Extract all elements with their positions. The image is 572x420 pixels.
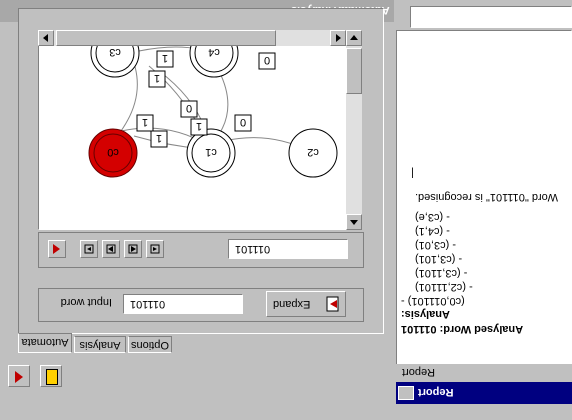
report-line: (c0,011101) - bbox=[401, 295, 465, 307]
svg-text:1: 1 bbox=[162, 52, 168, 64]
report-line: Analysed Word: 011101 bbox=[401, 323, 524, 335]
input-word-field[interactable]: 011101 bbox=[123, 294, 243, 314]
menu-report[interactable]: Report bbox=[402, 366, 435, 378]
automaton-graph: c3 c4 c1 c2 c0 1 1 0 0 1 1 1 0 bbox=[88, 31, 338, 178]
bookmark-icon bbox=[46, 369, 58, 385]
horizontal-scrollbar[interactable] bbox=[38, 30, 346, 46]
report-line: Word "011101" is recognised. bbox=[415, 191, 558, 203]
scroll-left-button[interactable] bbox=[38, 30, 54, 46]
step-tool-button[interactable] bbox=[40, 365, 62, 387]
play-icon bbox=[53, 244, 60, 254]
skip-end-icon bbox=[150, 244, 160, 254]
arrow-up-icon bbox=[350, 35, 358, 40]
report-line: - (c4,1) bbox=[415, 225, 450, 237]
state-c2[interactable]: c2 bbox=[288, 128, 338, 178]
text-cursor: | bbox=[411, 167, 414, 179]
arrow-right-icon bbox=[336, 34, 341, 42]
input-word-label: Input word bbox=[60, 296, 112, 308]
report-line: - (c3,01) bbox=[415, 239, 456, 251]
expand-icon bbox=[324, 295, 342, 313]
step-back-icon bbox=[106, 244, 116, 254]
report-window-icon bbox=[398, 386, 414, 400]
edge-label: 0 bbox=[180, 100, 198, 118]
playback-word-field[interactable]: 011101 bbox=[228, 239, 348, 259]
arrow-down-icon bbox=[350, 220, 358, 225]
tab-options[interactable]: Options bbox=[128, 336, 172, 353]
svg-text:1: 1 bbox=[154, 72, 160, 84]
state-c1[interactable]: c1 bbox=[186, 128, 236, 178]
horizontal-scroll-thumb[interactable] bbox=[56, 30, 276, 46]
report-window-titlebar[interactable]: Report bbox=[396, 382, 572, 404]
state-label: c2 bbox=[307, 146, 319, 158]
svg-text:0: 0 bbox=[240, 116, 246, 128]
scroll-up-button[interactable] bbox=[346, 30, 362, 46]
scroll-right-button[interactable] bbox=[330, 30, 346, 46]
play-icon bbox=[15, 371, 23, 383]
svg-text:0: 0 bbox=[186, 102, 192, 114]
skip-end-button[interactable] bbox=[146, 240, 164, 258]
svg-text:1: 1 bbox=[142, 116, 148, 128]
report-text-area[interactable]: Analysed Word: 011101 Analysis: (c0,0111… bbox=[396, 30, 572, 366]
report-menubar: Report bbox=[396, 364, 572, 382]
edge-label: 1 bbox=[136, 114, 154, 132]
state-label: c0 bbox=[107, 146, 119, 158]
scroll-down-button[interactable] bbox=[346, 214, 362, 230]
state-c0-active[interactable]: c0 bbox=[88, 128, 138, 178]
vertical-scroll-thumb[interactable] bbox=[346, 48, 362, 94]
arrow-left-icon bbox=[43, 34, 48, 42]
svg-text:0: 0 bbox=[264, 54, 270, 66]
step-forward-button[interactable] bbox=[124, 240, 142, 258]
report-line: - (c3,1101) bbox=[415, 267, 468, 279]
edge-label: 0 bbox=[234, 114, 252, 132]
edge-label: 0 bbox=[258, 52, 276, 70]
state-label: c1 bbox=[205, 146, 217, 158]
svg-text:1: 1 bbox=[156, 132, 162, 144]
vertical-scrollbar[interactable] bbox=[346, 30, 362, 230]
report-line: - (c3,101) bbox=[415, 253, 463, 265]
skip-start-icon bbox=[84, 244, 94, 254]
report-line: Analysis: bbox=[401, 308, 450, 320]
report-line: - (c3,e) bbox=[415, 211, 450, 223]
edge-label: 1 bbox=[190, 118, 208, 136]
run-tool-button[interactable] bbox=[8, 365, 30, 387]
edge-label: 1 bbox=[156, 50, 174, 68]
report-line: - (c2,11101) bbox=[415, 281, 473, 293]
step-back-button[interactable] bbox=[102, 240, 120, 258]
state-label: c4 bbox=[208, 46, 220, 58]
play-button[interactable] bbox=[48, 240, 66, 258]
report-window-title: Report bbox=[418, 386, 454, 398]
step-forward-icon bbox=[128, 244, 138, 254]
svg-text:1: 1 bbox=[196, 120, 202, 132]
state-label: c3 bbox=[109, 46, 121, 58]
rewind-end-button[interactable] bbox=[80, 240, 98, 258]
tab-analysis[interactable]: Analysis bbox=[74, 336, 126, 353]
edge-label: 1 bbox=[148, 70, 166, 88]
edge-label: 1 bbox=[150, 130, 168, 148]
tab-automata[interactable]: Automata bbox=[18, 333, 72, 353]
report-window-top-area bbox=[410, 6, 572, 28]
automaton-canvas[interactable]: c3 c4 c1 c2 c0 1 1 0 0 1 1 1 0 bbox=[38, 30, 362, 230]
